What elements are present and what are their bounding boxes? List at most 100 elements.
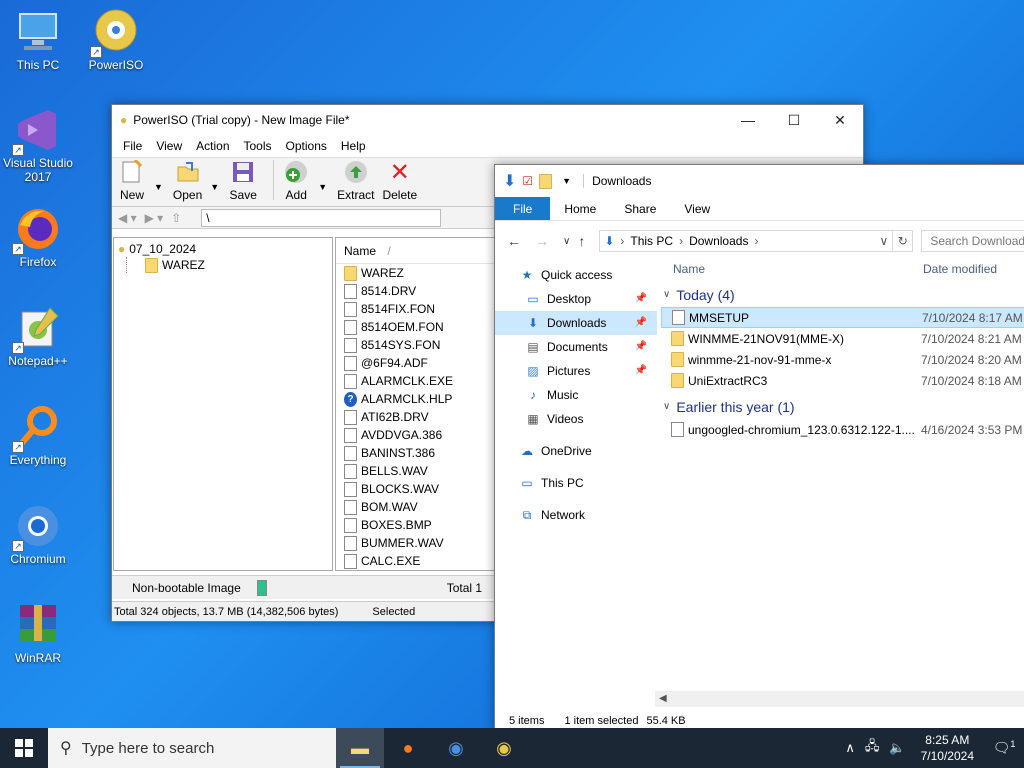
tab-view[interactable]: View — [670, 197, 724, 220]
file-row[interactable]: BLOCKS.WAV — [336, 480, 494, 498]
forward-arrow-icon[interactable]: ▶ ▾ — [145, 211, 164, 225]
file-row[interactable]: 8514FIX.FON — [336, 300, 494, 318]
desktop-icon-this-pc[interactable]: This PC — [0, 8, 76, 72]
desktop-icon-everything[interactable]: ↗ Everything — [0, 403, 76, 467]
nav-item-music[interactable]: ♪ Music — [495, 383, 657, 407]
customize-dropdown-icon[interactable]: ▼ — [562, 176, 571, 186]
nav-item-star[interactable]: ★ Quick access — [495, 263, 657, 287]
file-row[interactable]: UniExtractRC3 7/10/2024 8:18 AM — [661, 370, 1024, 391]
save-button[interactable]: Save — [229, 159, 257, 202]
add-button[interactable]: Add — [282, 159, 310, 202]
desktop-icon-notepad-plus-plus[interactable]: ↗ Notepad++ — [0, 304, 76, 368]
close-button[interactable]: ✕ — [817, 105, 863, 135]
explorer-window[interactable]: ⬇ ☑ ▼ Downloads File Home Share View ← →… — [494, 164, 1024, 730]
taskbar-firefox[interactable]: ● — [384, 728, 432, 768]
file-row[interactable]: BUMMER.WAV — [336, 534, 494, 552]
clock[interactable]: 8:25 AM 7/10/2024 — [911, 732, 984, 764]
download-arrow-icon[interactable]: ⬇ — [503, 171, 516, 191]
file-row[interactable]: WAREZ — [336, 264, 494, 282]
file-row[interactable]: ungoogled-chromium_123.0.6312.122-1.... 4… — [661, 419, 1024, 440]
nav-item-download[interactable]: ⬇ Downloads 📌 — [495, 311, 657, 335]
open-button[interactable]: Open — [173, 159, 202, 202]
file-row[interactable]: MMSETUP 7/10/2024 8:17 AM — [661, 307, 1024, 328]
nav-item-pc[interactable]: ▭ This PC — [495, 471, 657, 495]
nav-item-video[interactable]: ▦ Videos — [495, 407, 657, 431]
column-header-date[interactable]: Date modified — [923, 262, 997, 276]
menu-view[interactable]: View — [149, 139, 189, 153]
folder-icon[interactable] — [539, 173, 553, 189]
show-hidden-icons-chevron-icon[interactable]: ∧ — [840, 740, 860, 756]
file-row[interactable]: BOM.WAV — [336, 498, 494, 516]
nav-item-desktop[interactable]: ▭ Desktop 📌 — [495, 287, 657, 311]
file-row[interactable]: 8514SYS.FON — [336, 336, 494, 354]
desktop-icon-firefox[interactable]: ↗ Firefox — [0, 205, 76, 269]
file-row[interactable]: BELLS.WAV — [336, 462, 494, 480]
maximize-button[interactable]: ☐ — [771, 105, 817, 135]
tab-home[interactable]: Home — [550, 197, 610, 220]
horizontal-scrollbar[interactable]: ◀ — [655, 691, 1024, 707]
tree-folder-warez[interactable]: WAREZ — [126, 257, 328, 273]
file-row[interactable]: ALARMCLK.EXE — [336, 372, 494, 390]
group-header[interactable]: ∨ Today (4) — [661, 283, 1024, 307]
taskbar-chromium[interactable]: ◉ — [432, 728, 480, 768]
pin-icon[interactable]: 📌 — [635, 359, 647, 383]
desktop-icon-poweriso[interactable]: ↗ PowerISO — [78, 8, 154, 72]
menu-options[interactable]: Options — [279, 139, 334, 153]
start-button[interactable] — [0, 728, 48, 768]
tab-share[interactable]: Share — [610, 197, 670, 220]
taskbar-file-explorer[interactable]: ▬ — [336, 728, 384, 768]
address-bar[interactable]: ⬇ › This PC › Downloads › ∨ — [599, 230, 894, 252]
minimize-button[interactable]: — — [725, 105, 771, 135]
pin-icon[interactable]: 📌 — [635, 335, 647, 359]
back-arrow-icon[interactable]: ← — [507, 233, 521, 249]
taskbar-search-box[interactable]: ⚲ Type here to search — [48, 728, 336, 768]
taskbar-poweriso[interactable]: ◉ — [480, 728, 528, 768]
breadcrumb-this-pc[interactable]: This PC — [630, 234, 673, 248]
file-row[interactable]: BANINST.386 — [336, 444, 494, 462]
network-icon[interactable]: 🖧 — [860, 737, 885, 759]
breadcrumb-downloads[interactable]: Downloads — [689, 234, 748, 248]
new-dropdown-icon[interactable]: ▼ — [154, 182, 163, 192]
nav-item-picture[interactable]: ▨ Pictures 📌 — [495, 359, 657, 383]
file-row[interactable]: WINMME-21NOV91(MME-X) 7/10/2024 8:21 AM — [661, 328, 1024, 349]
file-row[interactable]: AVDDVGA.386 — [336, 426, 494, 444]
recent-dropdown-icon[interactable]: ∨ — [563, 236, 570, 247]
volume-muted-icon[interactable]: 🔈 — [884, 740, 910, 756]
tree-root[interactable]: ● 07_10_2024 — [118, 241, 328, 257]
up-folder-icon[interactable]: ⇧ — [171, 211, 181, 225]
pin-icon[interactable]: 📌 — [635, 311, 647, 335]
nav-item-document[interactable]: ▤ Documents 📌 — [495, 335, 657, 359]
extract-button[interactable]: Extract — [337, 159, 374, 202]
forward-arrow-icon[interactable]: → — [535, 233, 549, 249]
column-header-name[interactable]: Name / — [336, 238, 494, 264]
nav-item-cloud[interactable]: ☁ OneDrive — [495, 439, 657, 463]
up-arrow-icon[interactable]: ↑ — [578, 233, 585, 249]
nav-item-network[interactable]: ⧉ Network — [495, 503, 657, 527]
file-row[interactable]: winmme-21-nov-91-mme-x 7/10/2024 8:20 AM — [661, 349, 1024, 370]
menu-help[interactable]: Help — [334, 139, 373, 153]
delete-button[interactable]: ✕ Delete — [382, 159, 417, 203]
scroll-left-icon[interactable]: ◀ — [659, 693, 667, 704]
file-row[interactable]: @6F94.ADF — [336, 354, 494, 372]
properties-check-icon[interactable]: ☑ — [522, 174, 533, 188]
back-arrow-icon[interactable]: ◀ ▾ — [118, 211, 137, 225]
menu-tools[interactable]: Tools — [237, 139, 279, 153]
menu-file[interactable]: File — [116, 139, 149, 153]
path-field[interactable]: \ — [201, 208, 442, 227]
menu-action[interactable]: Action — [189, 139, 236, 153]
pin-icon[interactable]: 📌 — [635, 287, 647, 311]
new-button[interactable]: New — [118, 159, 146, 202]
group-header[interactable]: ∨ Earlier this year (1) — [661, 395, 1024, 419]
file-row[interactable]: 8514OEM.FON — [336, 318, 494, 336]
title-bar[interactable]: ● PowerISO (Trial copy) - New Image File… — [112, 105, 863, 135]
tab-file[interactable]: File — [495, 197, 551, 220]
file-row[interactable]: ATI62B.DRV — [336, 408, 494, 426]
file-row[interactable]: CALC.EXE — [336, 552, 494, 570]
desktop-icon-chromium[interactable]: ↗ Chromium — [0, 502, 76, 566]
file-row[interactable]: 8514.DRV — [336, 282, 494, 300]
desktop-icon-winrar[interactable]: WinRAR — [0, 601, 76, 665]
add-dropdown-icon[interactable]: ▼ — [318, 182, 327, 192]
notification-center-icon[interactable]: 🗨1 — [984, 739, 1024, 757]
desktop-icon-visual-studio[interactable]: ↗ Visual Studio 2017 — [0, 106, 76, 184]
search-input[interactable]: Search Downloads — [921, 230, 1024, 252]
